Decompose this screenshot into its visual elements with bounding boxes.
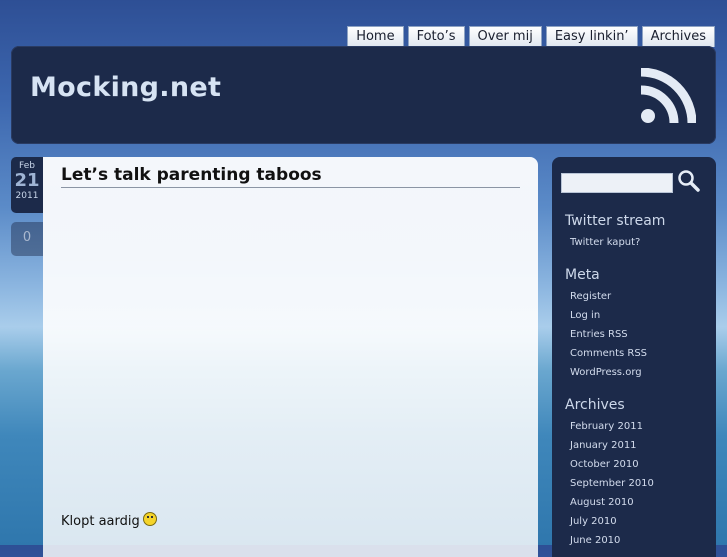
meta-link-register[interactable]: Register xyxy=(570,291,611,302)
top-navigation: Home Foto’s Over mij Easy linkin’ Archiv… xyxy=(347,26,715,47)
post-date-day: 21 xyxy=(14,170,40,191)
post-content: Let’s talk parenting taboos Klopt aardig xyxy=(43,157,538,557)
search-input[interactable] xyxy=(561,173,673,193)
meta-link-wordpress[interactable]: WordPress.org xyxy=(570,367,642,378)
archive-link[interactable]: August 2010 xyxy=(570,497,634,508)
search-icon[interactable] xyxy=(677,169,701,193)
archive-link[interactable]: July 2010 xyxy=(570,516,617,527)
twitter-title: Twitter stream xyxy=(565,213,666,229)
archive-link[interactable]: June 2010 xyxy=(570,535,620,546)
post-date-year: 2011 xyxy=(15,191,39,201)
nav-about[interactable]: Over mij xyxy=(468,26,542,47)
site-title[interactable]: Mocking.net xyxy=(30,72,221,103)
smiley-icon xyxy=(142,512,157,526)
post-date: Feb 21 2011 xyxy=(11,157,43,213)
archive-link[interactable]: January 2011 xyxy=(570,440,637,451)
post-text: Klopt aardig xyxy=(61,512,157,529)
twitter-message: Twitter kaput? xyxy=(570,237,641,248)
sidebar: Twitter stream Twitter kaput? Meta Regis… xyxy=(552,157,716,557)
meta-link-comments-rss[interactable]: Comments RSS xyxy=(570,348,647,359)
archive-link[interactable]: September 2010 xyxy=(570,478,654,489)
site-header: Mocking.net xyxy=(11,46,716,144)
nav-home[interactable]: Home xyxy=(347,26,404,47)
comment-count[interactable]: 0 xyxy=(11,222,43,256)
nav-archives[interactable]: Archives xyxy=(641,26,715,47)
archive-link[interactable]: February 2011 xyxy=(570,421,643,432)
post-text-label: Klopt aardig xyxy=(61,514,140,529)
rss-icon[interactable] xyxy=(640,68,696,124)
meta-link-entries-rss[interactable]: Entries RSS xyxy=(570,329,628,340)
meta-link-login[interactable]: Log in xyxy=(570,310,600,321)
archives-title: Archives xyxy=(565,397,625,413)
nav-easy-linkin[interactable]: Easy linkin’ xyxy=(545,26,638,47)
meta-title: Meta xyxy=(565,267,600,283)
post-title[interactable]: Let’s talk parenting taboos xyxy=(61,165,520,188)
archive-link[interactable]: October 2010 xyxy=(570,459,639,470)
nav-photos[interactable]: Foto’s xyxy=(407,26,465,47)
